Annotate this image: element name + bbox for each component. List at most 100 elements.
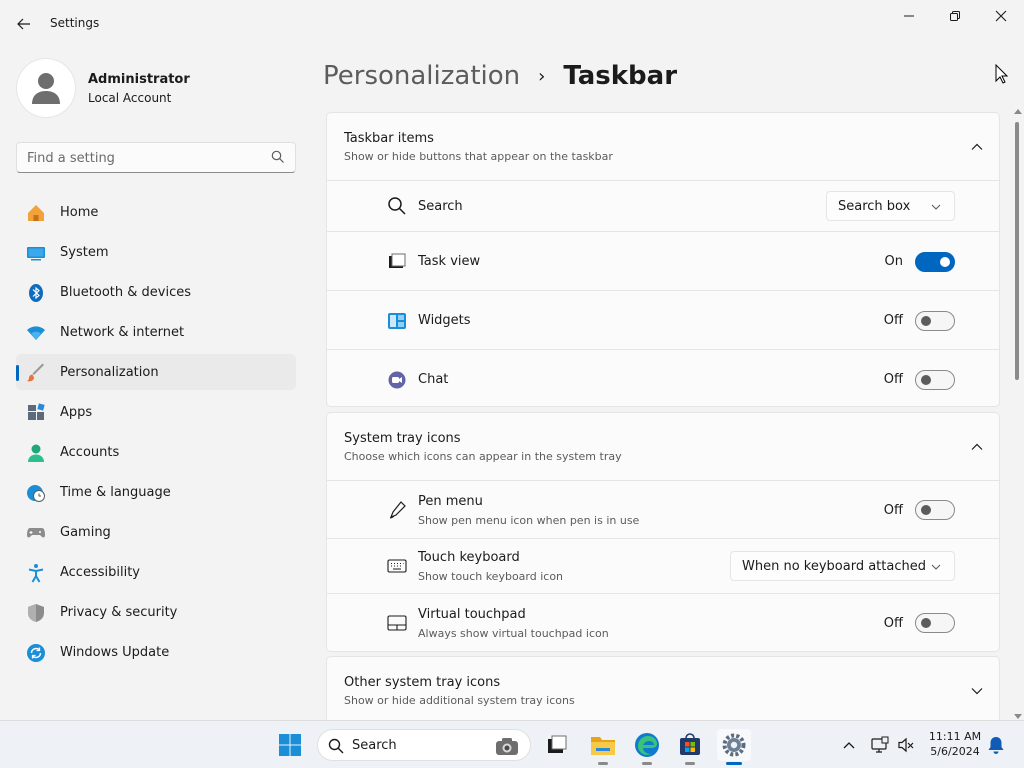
sidebar-item-time-language[interactable]: Time & language [16,474,296,510]
folder-icon [591,737,615,755]
sidebar-item-label: Bluetooth & devices [60,285,191,300]
sidebar-item-gaming[interactable]: Gaming [16,514,296,550]
running-indicator [642,762,652,765]
minimize-button[interactable] [886,0,932,32]
toggle-state-label: Off [883,616,903,631]
person-avatar-icon [32,73,60,104]
section-subtitle: Choose which icons can appear in the sys… [344,450,622,463]
taskbar-settings[interactable] [717,729,751,765]
bell-icon [988,737,1004,754]
minimize-icon [904,15,914,17]
tray-display-button[interactable] [868,729,892,761]
scroll-thumb[interactable] [1015,122,1019,380]
toggle-state-label: Off [883,372,903,387]
sidebar-item-apps[interactable]: Apps [16,394,296,430]
virtual-touchpad-toggle[interactable] [915,613,955,633]
system-tray-header[interactable]: System tray icons Choose which icons can… [327,413,999,481]
toggle-state-label: On [884,254,903,269]
widgets-toggle[interactable] [915,311,955,331]
chevron-up-icon[interactable] [969,139,985,155]
scroll-up-icon[interactable] [1014,108,1022,114]
task-view-toggle[interactable] [915,252,955,272]
row-description: Show pen menu icon when pen is in use [418,514,640,527]
other-tray-card[interactable]: Other system tray icons Show or hide add… [326,656,1000,720]
task-view-row: Task view On [327,232,999,291]
sidebar-item-system[interactable]: System [16,234,296,270]
sidebar-item-privacy-security[interactable]: Privacy & security [16,594,296,630]
taskbar-search-label: Search [352,738,397,753]
title-bar: Settings [0,0,1024,48]
taskbar-search[interactable]: Search [317,729,531,761]
sidebar-item-label: Time & language [60,485,171,500]
sidebar-item-accounts[interactable]: Accounts [16,434,296,470]
sidebar-item-accessibility[interactable]: Accessibility [16,554,296,590]
taskbar: Search 11:11 AM 5/6/2024 [0,720,1024,768]
user-profile[interactable]: Administrator Local Account [16,58,296,118]
chevron-down-icon[interactable] [969,683,985,699]
search-icon [388,197,406,215]
task-view-icon [389,253,406,268]
taskbar-task-view[interactable] [540,729,574,761]
taskbar-edge[interactable] [630,729,664,765]
taskbar-file-explorer[interactable] [586,729,620,765]
close-icon [995,10,1007,22]
windows-logo-icon [279,734,301,756]
user-name: Administrator [88,72,190,87]
search-icon[interactable] [271,150,285,168]
vertical-scrollbar[interactable] [1012,108,1024,720]
tray-volume-button[interactable] [894,729,918,761]
display-network-icon [871,736,889,753]
row-label: Pen menu [418,494,483,509]
row-label: Chat [418,372,449,387]
person-icon [28,444,44,462]
breadcrumb-parent[interactable]: Personalization [323,61,520,91]
sidebar-item-personalization[interactable]: Personalization [16,354,296,390]
taskbar-items-header[interactable]: Taskbar items Show or hide buttons that … [327,113,999,181]
taskbar-clock[interactable]: 11:11 AM 5/6/2024 [924,729,986,759]
paintbrush-icon [27,363,44,382]
chat-icon [388,371,406,389]
search-highlight-icon [496,738,518,755]
store-icon [680,733,700,755]
row-label: Widgets [418,313,471,328]
pen-menu-toggle[interactable] [915,500,955,520]
show-hidden-icons-button[interactable] [834,729,864,761]
pen-menu-row: Pen menu Show pen menu icon when pen is … [327,481,999,539]
sidebar-item-label: Accounts [60,445,120,460]
settings-search[interactable] [16,142,296,173]
widgets-row: Widgets Off [327,291,999,350]
search-input[interactable] [27,149,267,167]
wifi-icon [27,326,45,340]
gear-icon [722,733,746,757]
touch-keyboard-row: Touch keyboard Show touch keyboard icon … [327,539,999,594]
notifications-button[interactable] [984,729,1008,761]
back-arrow-icon [17,18,30,30]
active-indicator [726,762,742,765]
restore-icon [950,11,960,21]
home-icon [28,205,44,221]
search-mode-dropdown[interactable]: Search box [826,191,955,221]
sidebar-item-home[interactable]: Home [16,194,296,230]
chevron-up-icon [843,742,855,749]
row-label: Search [418,199,463,214]
section-title: Other system tray icons [344,675,501,690]
section-title: System tray icons [344,431,461,446]
virtual-touchpad-row: Virtual touchpad Always show virtual tou… [327,594,999,651]
section-title: Taskbar items [344,131,434,146]
row-description: Show touch keyboard icon [418,570,564,583]
close-button[interactable] [978,0,1024,32]
chat-toggle[interactable] [915,370,955,390]
back-button[interactable] [10,12,38,36]
sidebar-item-windows-update[interactable]: Windows Update [16,634,296,670]
chevron-up-icon[interactable] [969,439,985,455]
start-button[interactable] [273,729,307,761]
taskbar-store[interactable] [673,729,707,765]
touch-keyboard-dropdown[interactable]: When no keyboard attached [730,551,955,581]
gamepad-icon [27,528,45,538]
sidebar-item-bluetooth[interactable]: Bluetooth & devices [16,274,296,310]
sidebar-item-network[interactable]: Network & internet [16,314,296,350]
search-icon [328,738,344,754]
maximize-button[interactable] [932,0,978,32]
clock-time: 11:11 AM [928,730,982,743]
dropdown-value: When no keyboard attached [742,559,926,574]
